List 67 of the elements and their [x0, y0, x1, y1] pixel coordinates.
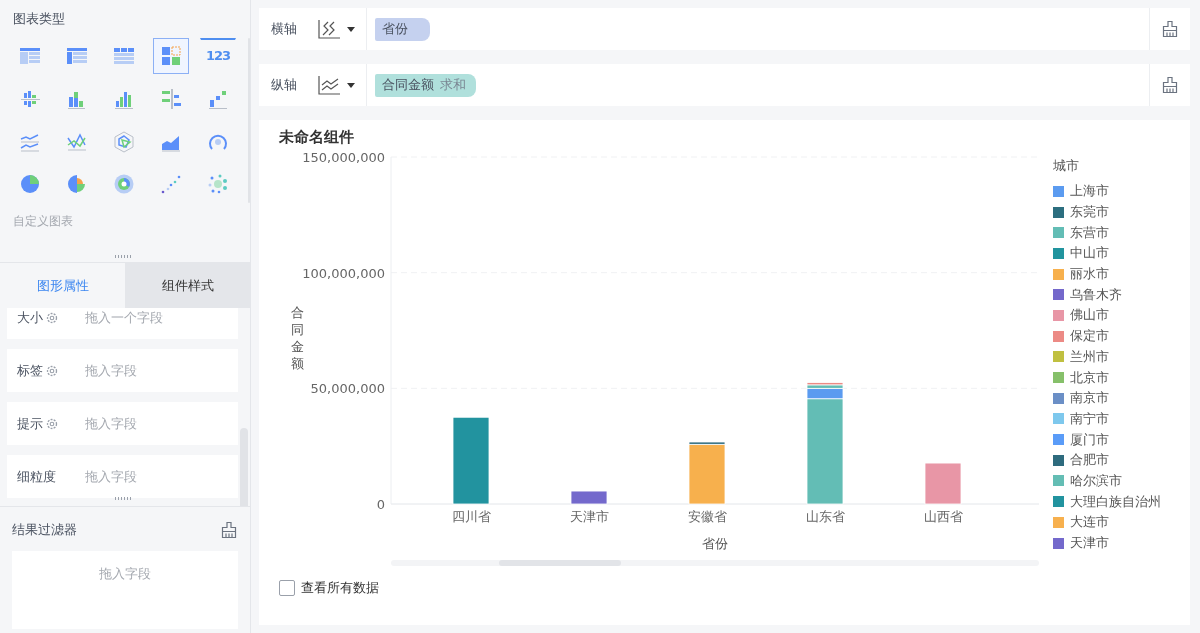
field-placeholder: 拖入字段: [85, 361, 137, 380]
category-axis-icon[interactable]: [317, 19, 341, 39]
field-drop-zone[interactable]: 细粒度 拖入字段: [7, 455, 238, 498]
checkbox-label[interactable]: 查看所有数据: [301, 579, 379, 597]
caret-icon[interactable]: [347, 82, 355, 88]
axis-tick-label: 100,000,000: [302, 265, 385, 281]
component-title: 未命名组件: [279, 128, 355, 147]
legend-label[interactable]: 东莞市: [1070, 203, 1109, 222]
section-title: 图表类型: [12, 10, 66, 28]
legend-label[interactable]: 哈尔滨市: [1070, 471, 1122, 490]
legend-label[interactable]: 南宁市: [1070, 409, 1109, 428]
axis-tick-label: 山东省: [805, 509, 845, 524]
legend-label[interactable]: 丽水市: [1070, 265, 1109, 284]
field-label: 细粒度: [17, 467, 56, 486]
legend-label[interactable]: 南京市: [1070, 389, 1109, 408]
field-placeholder: 拖入字段: [85, 467, 137, 486]
field-pill[interactable]: 合同金额 求和: [375, 73, 476, 97]
settings-icon[interactable]: [46, 417, 58, 430]
legend-label[interactable]: 大理白族自治州: [1070, 492, 1161, 511]
field-label: 提示: [17, 414, 43, 433]
axis-tick-label: 山西省: [923, 509, 963, 524]
shelf-label: 纵轴: [271, 76, 297, 94]
axis-tick-label: 50,000,000: [310, 381, 385, 397]
axis-tick-label: 四川省: [451, 509, 491, 524]
legend-label[interactable]: 厦门市: [1070, 430, 1109, 449]
resize-handle[interactable]: [115, 255, 131, 258]
legend-label[interactable]: 合肥市: [1070, 451, 1109, 470]
section-title: 结果过滤器: [12, 521, 77, 539]
broom-icon[interactable]: [1161, 76, 1179, 94]
legend-label[interactable]: 天津市: [1070, 534, 1109, 553]
resize-handle[interactable]: [115, 497, 131, 500]
pill-label: 省份: [382, 20, 408, 38]
pill-label: 合同金额: [382, 76, 434, 94]
legend-title: 城市: [1053, 157, 1080, 175]
axis-tick-label: 0: [376, 497, 385, 512]
field-drop-zone[interactable]: 标签 拖入字段: [7, 349, 238, 392]
field-label: 标签: [17, 361, 43, 380]
broom-icon[interactable]: [220, 521, 238, 539]
legend-label[interactable]: 乌鲁木齐: [1070, 285, 1122, 304]
shelf-label: 横轴: [271, 20, 297, 38]
legend-label[interactable]: 上海市: [1070, 182, 1109, 201]
legend-label[interactable]: 东营市: [1070, 223, 1109, 242]
axis-tick-label: 天津市: [569, 509, 609, 524]
field-drop-zone[interactable]: 提示 拖入字段: [7, 402, 238, 445]
matrix-chart-icon[interactable]: [153, 38, 189, 74]
legend-label[interactable]: 北京市: [1070, 368, 1109, 387]
axis-title: 省份: [702, 536, 728, 551]
scrollbar-thumb[interactable]: [499, 560, 621, 566]
field-placeholder: 拖入字段: [85, 414, 137, 433]
checkbox[interactable]: [279, 580, 295, 596]
legend-label[interactable]: 兰州市: [1070, 347, 1109, 366]
settings-icon[interactable]: [46, 311, 58, 324]
field-pill[interactable]: 省份: [375, 17, 430, 41]
field-label: 大小: [17, 308, 43, 327]
aggregation-label: 求和: [440, 76, 466, 94]
tab[interactable]: 组件样式: [125, 263, 250, 308]
axis-title: 合同金额: [291, 305, 304, 371]
legend-label[interactable]: 中山市: [1070, 244, 1109, 263]
caret-icon[interactable]: [347, 26, 355, 32]
legend-label[interactable]: 保定市: [1070, 327, 1109, 346]
legend-label[interactable]: 佛山市: [1070, 306, 1109, 325]
value-axis-icon[interactable]: [317, 75, 341, 95]
axis-tick-label: 安徽省: [687, 509, 727, 524]
settings-icon[interactable]: [46, 364, 58, 377]
axis-tick-label: 150,000,000: [302, 150, 385, 165]
legend-label[interactable]: 大连市: [1070, 513, 1109, 532]
broom-icon[interactable]: [1161, 20, 1179, 38]
